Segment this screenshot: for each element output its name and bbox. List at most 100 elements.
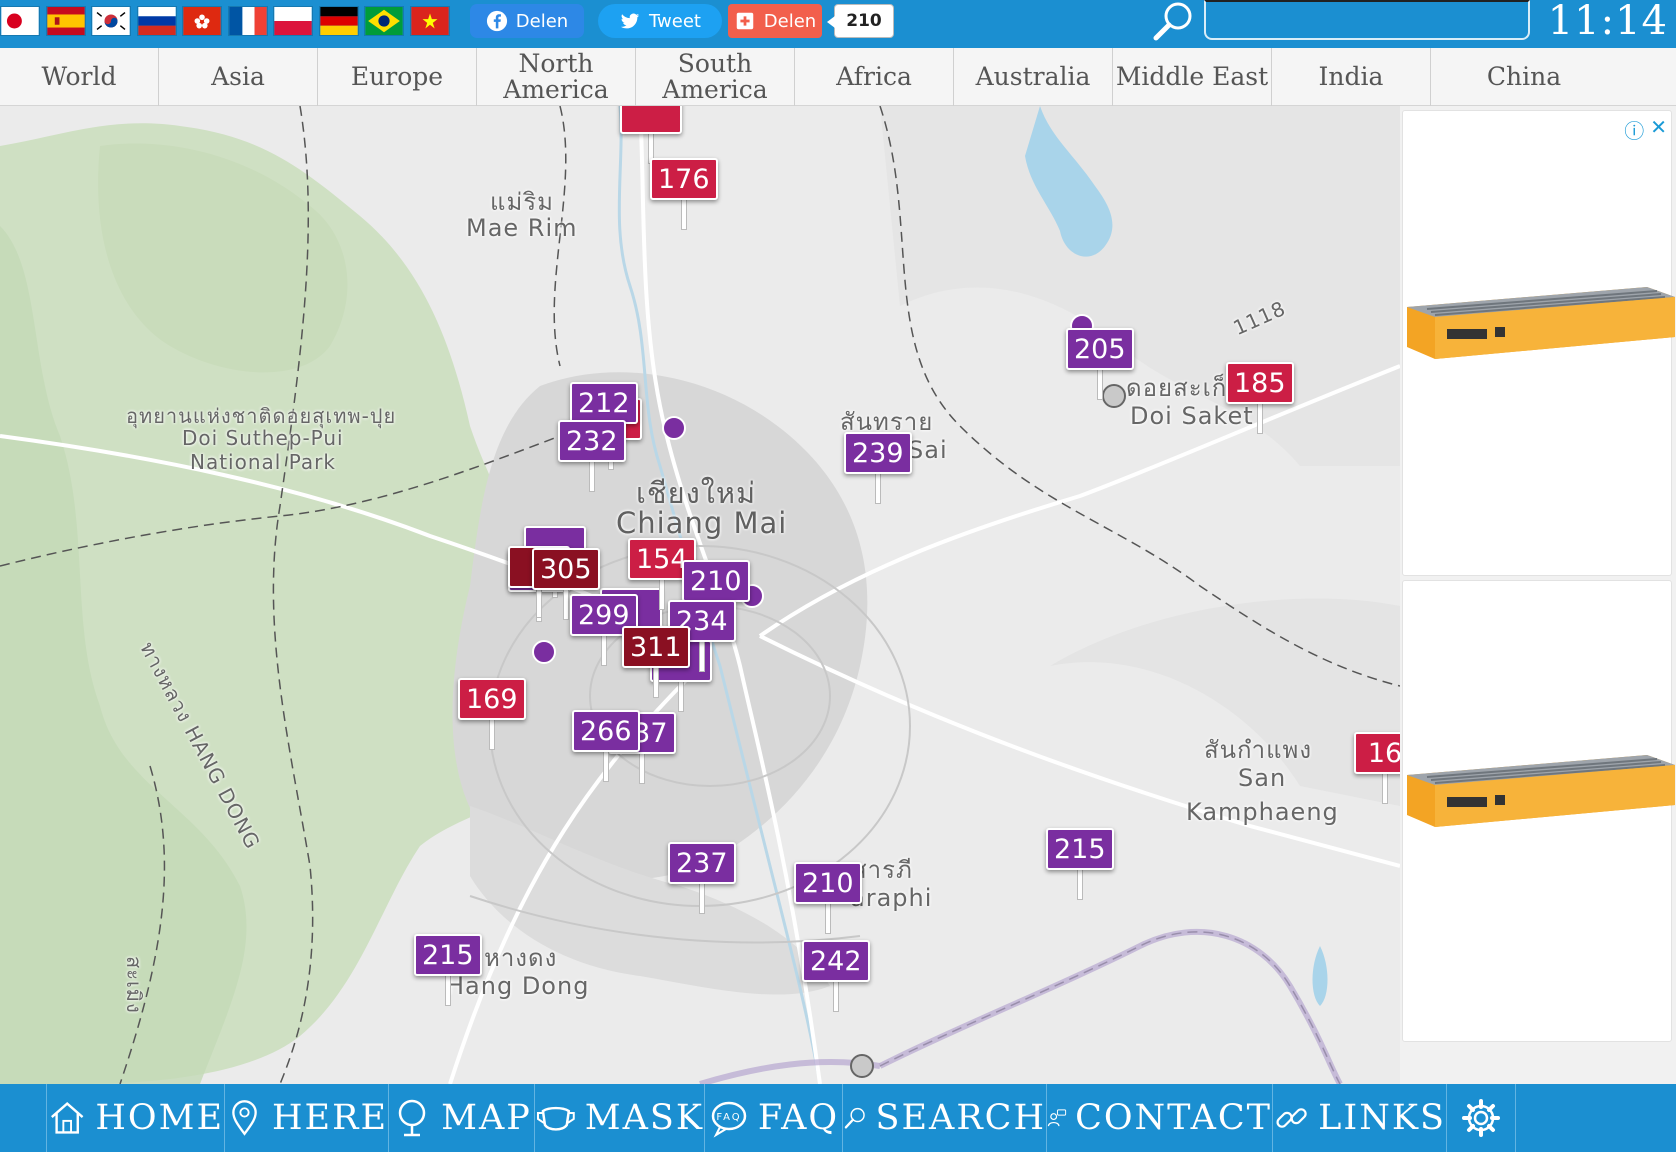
tweet-button[interactable]: Tweet [598, 4, 722, 38]
region-tabs: World Asia Europe North America South Am… [0, 48, 1676, 106]
add-share-button[interactable]: Delen [728, 4, 822, 38]
nav-here[interactable]: HERE [224, 1084, 388, 1152]
place-label-san: San [1238, 764, 1287, 792]
tab-india[interactable]: India [1272, 48, 1431, 106]
aqi-value: 210 [794, 862, 862, 904]
tab-europe[interactable]: Europe [318, 48, 477, 106]
place-label-kamphaeng: Kamphaeng [1186, 798, 1339, 826]
aqi-marker[interactable]: 239 [844, 432, 912, 504]
aqi-marker[interactable]: 266 [572, 710, 640, 782]
location-pin-icon [232, 1100, 257, 1136]
tweet-label: Tweet [649, 10, 701, 32]
facebook-share-button[interactable]: Delen [470, 4, 584, 38]
tab-south-america[interactable]: South America [636, 48, 795, 106]
nav-search-label: SEARCH [875, 1098, 1046, 1138]
product-image [1407, 755, 1675, 827]
station-dot-offline[interactable] [850, 1054, 874, 1078]
aqi-marker[interactable]: 210 [794, 862, 862, 934]
vietnam-flag[interactable] [409, 6, 450, 36]
station-dot[interactable] [532, 640, 556, 664]
tab-africa[interactable]: Africa [795, 48, 954, 106]
tab-australia[interactable]: Australia [954, 48, 1113, 106]
ad-card[interactable]: ⓘ ✕ [1402, 110, 1675, 576]
air-quality-map[interactable]: แม่ริม Mae Rim อุทยานแห่งชาติดอยสุเทพ-ปุ… [0, 106, 1400, 1084]
aqi-marker-hidden[interactable] [620, 106, 682, 164]
nav-search[interactable]: SEARCH [842, 1084, 1046, 1152]
tab-world[interactable]: World [0, 48, 159, 106]
station-dot[interactable] [662, 416, 686, 440]
clock-time: 11:14 [1547, 0, 1668, 44]
nav-mask[interactable]: MASK [534, 1084, 704, 1152]
add-share-label: Delen [763, 10, 817, 32]
share-count-badge: 210 [827, 4, 894, 38]
aqi-marker[interactable]: 215 [414, 934, 482, 1006]
top-bar: Delen Tweet Delen 210 11:14 [0, 0, 1676, 48]
aqi-value: 311 [622, 626, 690, 668]
nav-contact-label: CONTACT [1075, 1098, 1272, 1138]
place-label-samoeng: สะเมิง [122, 956, 146, 1014]
aqi-value: 215 [414, 934, 482, 976]
place-label-hang-dong: Hang Dong [446, 972, 590, 1000]
poland-flag[interactable] [273, 6, 313, 36]
bottom-navigation: HOME HERE MAP MASK FAQ FAQ SEARCH CONTAC… [0, 1084, 1676, 1152]
nav-settings[interactable] [1446, 1084, 1516, 1152]
settings-gear-icon [1462, 1099, 1500, 1137]
language-flags [0, 6, 455, 36]
nav-faq[interactable]: FAQ FAQ [704, 1084, 842, 1152]
info-icon[interactable]: ⓘ [1624, 115, 1644, 144]
aqi-value: 237 [668, 842, 736, 884]
aqi-value: 266 [572, 710, 640, 752]
station-dot-offline[interactable] [1102, 384, 1126, 408]
aqi-marker[interactable]: 16 [1354, 732, 1400, 804]
advertisement-panel: ⓘ ✕ [1400, 106, 1676, 1084]
japan-flag[interactable] [0, 6, 40, 36]
aqi-marker[interactable]: 232 [558, 420, 626, 492]
tab-middle-east[interactable]: Middle East [1113, 48, 1272, 106]
place-label-national-park: National Park [190, 450, 336, 474]
spain-flag[interactable] [45, 6, 86, 36]
brazil-flag[interactable] [364, 6, 404, 36]
mask-icon [536, 1106, 575, 1131]
aqi-marker[interactable]: 169 [458, 678, 526, 750]
hong-kong-flag[interactable] [182, 6, 222, 36]
facebook-share-label: Delen [515, 10, 569, 32]
korea-flag[interactable] [91, 6, 131, 36]
aqi-marker[interactable]: 176 [650, 158, 718, 230]
search-input[interactable] [1204, 0, 1530, 40]
france-flag[interactable] [227, 6, 268, 36]
nav-mask-label: MASK [584, 1098, 704, 1138]
place-label-chiang-mai: Chiang Mai [616, 506, 788, 540]
ad-card[interactable] [1402, 580, 1675, 1042]
aqi-value: 239 [844, 432, 912, 474]
russia-flag[interactable] [136, 6, 177, 36]
link-icon [1276, 1108, 1307, 1128]
aqi-marker[interactable]: 212 [570, 382, 638, 454]
tab-china[interactable]: China [1431, 48, 1617, 106]
aqi-value: 176 [650, 158, 718, 200]
close-icon[interactable]: ✕ [1650, 115, 1667, 144]
aqi-value: 16 [1354, 732, 1400, 774]
search-icon[interactable] [1150, 0, 1196, 42]
nav-contact[interactable]: CONTACT [1046, 1084, 1272, 1152]
germany-flag[interactable] [318, 6, 359, 36]
aqi-marker[interactable]: 237 [668, 842, 736, 914]
contact-icon [1047, 1109, 1067, 1127]
aqi-marker[interactable]: 210 [682, 560, 750, 632]
place-label-saraphi: araphi [850, 884, 933, 912]
tab-north-america[interactable]: North America [477, 48, 636, 106]
aqi-marker[interactable]: 305 [532, 548, 600, 620]
map-pin-icon [398, 1099, 426, 1137]
nav-links[interactable]: LINKS [1272, 1084, 1446, 1152]
aqi-marker[interactable]: 242 [802, 940, 870, 1012]
aqi-marker[interactable]: 205 [1066, 328, 1134, 400]
place-label-doi-saket: Doi Saket [1130, 402, 1254, 430]
aqi-marker[interactable]: 185 [1226, 362, 1294, 434]
faq-icon: FAQ [711, 1101, 747, 1138]
aqi-marker[interactable]: 311 [622, 626, 690, 698]
nav-home[interactable]: HOME [46, 1084, 224, 1152]
aqi-marker[interactable]: 215 [1046, 828, 1114, 900]
nav-map[interactable]: MAP [388, 1084, 534, 1152]
tab-asia[interactable]: Asia [159, 48, 318, 106]
aqi-value: 205 [1066, 328, 1134, 370]
aqi-value: 210 [682, 560, 750, 602]
